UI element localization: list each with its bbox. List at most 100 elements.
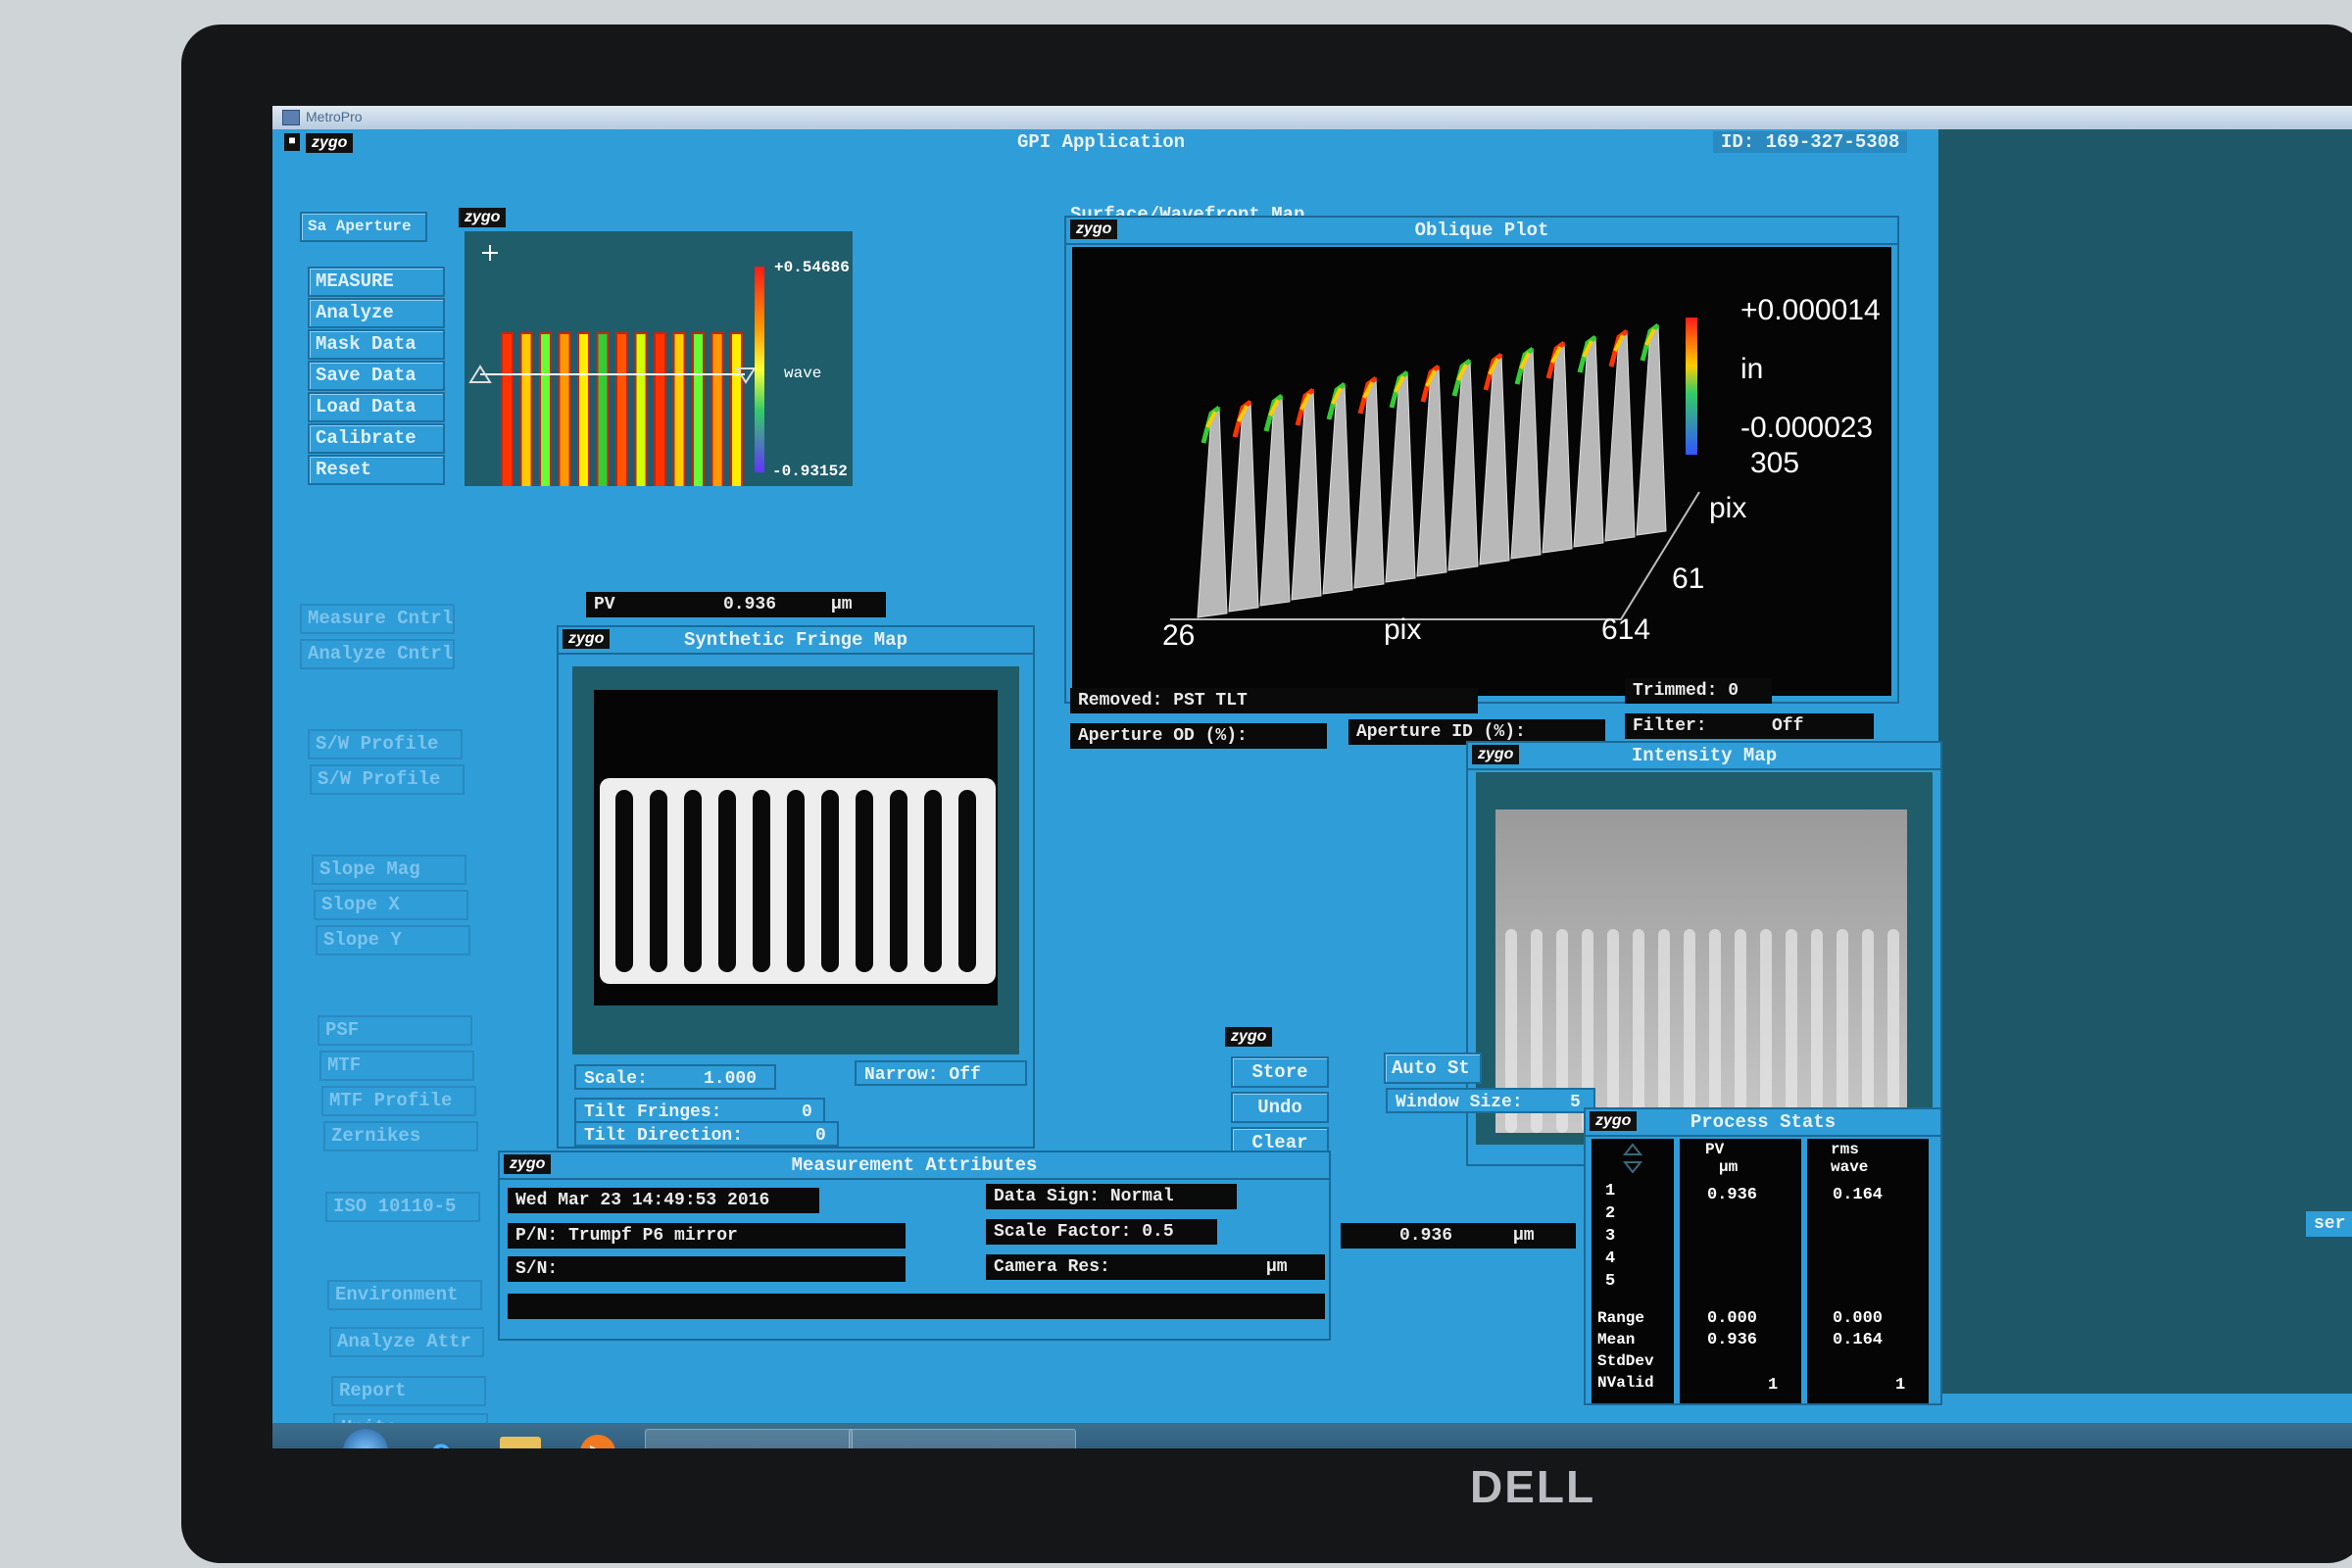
right-edge-button[interactable]: ser	[2306, 1211, 2352, 1237]
tilt-direction-value[interactable]: 0	[815, 1123, 826, 1149]
auto-store-button[interactable]: Auto St	[1384, 1053, 1482, 1084]
fringe-view-frame	[572, 666, 1019, 1054]
scale-field: Scale: 1.000	[574, 1064, 776, 1090]
sn-field[interactable]: S/N:	[508, 1256, 906, 1282]
sidebar-item-reset[interactable]: Reset	[308, 455, 445, 485]
sidebar-item-save-data[interactable]: Save Data	[308, 361, 445, 391]
data-sign-field: Data Sign: Normal	[986, 1184, 1237, 1209]
sidebar-item-load-data[interactable]: Load Data	[308, 392, 445, 422]
media-icon[interactable]: ▶	[580, 1435, 615, 1448]
scale-value[interactable]: 1.000	[704, 1066, 757, 1092]
sidebar-item-mask-data[interactable]: Mask Data	[308, 329, 445, 360]
zygo-logo-oblique: zygo	[1070, 220, 1118, 239]
surface-strips	[501, 332, 743, 489]
oblique-view: +0.000014 in -0.000023 305 pix 61 26 pix…	[1072, 247, 1891, 696]
taskbar: e ▶ MetroPro LiveDisplay (38%)	[272, 1423, 2352, 1448]
sidebar-item-s-w-profile[interactable]: S/W Profile	[310, 764, 465, 795]
undo-button[interactable]: Undo	[1231, 1092, 1329, 1123]
sidebar-item-report[interactable]: Report	[331, 1376, 486, 1406]
sidebar: Sa Aperture MEASURE Analyze Mask Data Save …	[300, 212, 488, 1444]
pv-readout-field: 0.936 µm	[1341, 1223, 1576, 1249]
zygo-logo: zygo	[306, 133, 354, 153]
pv-unit: µm	[831, 595, 853, 614]
fringe-view	[594, 690, 998, 1005]
scale-label: Scale:	[584, 1069, 648, 1089]
oblique-title: Oblique Plot	[1066, 218, 1897, 245]
tilt-direction-label: Tilt Direction:	[584, 1126, 744, 1146]
zygo-logo-fringe: zygo	[563, 629, 611, 649]
stats-rms-range: 0.000	[1833, 1309, 1884, 1328]
camera-res-field: Camera Res: µm	[986, 1254, 1325, 1280]
start-icon[interactable]	[343, 1429, 388, 1448]
intensity-title: Intensity Map	[1468, 743, 1940, 770]
stats-row-label: 4	[1605, 1250, 1616, 1268]
window-size-value[interactable]: 5	[1570, 1090, 1581, 1115]
sidebar-item-iso-10110-5[interactable]: ISO 10110-5	[325, 1192, 480, 1222]
sidebar-item-mtf[interactable]: MTF	[319, 1051, 474, 1081]
pv-readout-value: 0.936	[1399, 1226, 1453, 1246]
filter-label: Filter:	[1633, 716, 1707, 736]
ie-icon[interactable]: e	[421, 1433, 461, 1448]
stats-rms-nvalid: 1	[1895, 1376, 1906, 1395]
stats-row-label: 1	[1605, 1182, 1616, 1200]
folder-icon[interactable]	[500, 1437, 541, 1448]
taskbar-item-livedisplay[interactable]: LiveDisplay (38%)	[849, 1429, 1076, 1448]
x-max: 614	[1601, 613, 1651, 646]
fringe-panel: Synthetic Fringe Map zygo Scale: 1.000 N…	[557, 625, 1035, 1149]
sidebar-item-measure[interactable]: MEASURE	[308, 267, 445, 297]
stats-row-label: 2	[1605, 1204, 1616, 1223]
measurement-title: Measurement Attributes	[500, 1152, 1329, 1180]
right-pane	[1938, 129, 2352, 1394]
process-stats-panel: Process Stats zygo 1 2 3 4 5 Range Mean StdDev…	[1584, 1107, 1942, 1405]
monitor-brand: DELL	[1470, 1461, 1596, 1512]
y-max: 305	[1750, 447, 1800, 479]
aperture-od-field: Aperture OD (%):	[1070, 723, 1327, 749]
process-stats-title: Process Stats	[1586, 1109, 1940, 1137]
window-size-label: Window Size:	[1396, 1093, 1523, 1112]
sidebar-item-mtf-profile[interactable]: MTF Profile	[321, 1086, 476, 1116]
sidebar-item-analyze-cntrl[interactable]: Analyze Cntrl	[300, 639, 455, 669]
z-unit: in	[1740, 353, 1764, 385]
taskbar-item-metropro[interactable]: MetroPro	[645, 1429, 853, 1448]
camera-res-unit: µm	[1266, 1257, 1288, 1277]
stats-pv-unit: µm	[1719, 1158, 1739, 1176]
stats-label: NValid	[1597, 1374, 1654, 1392]
stats-scroll-icon[interactable]	[1592, 1139, 1674, 1178]
store-button[interactable]: Store	[1231, 1056, 1329, 1088]
sa-aperture-button[interactable]: Sa Aperture	[300, 212, 427, 242]
crosshair-icon[interactable]	[482, 245, 498, 261]
sidebar-item-analyze-attr[interactable]: Analyze Attr	[329, 1327, 484, 1357]
y-unit: pix	[1709, 492, 1747, 524]
zygo-logo-intensity: zygo	[1472, 745, 1520, 764]
sidebar-item-measure-cntrl[interactable]: Measure Cntrl	[300, 604, 455, 634]
scale-unit: wave	[784, 365, 822, 382]
date-field: Wed Mar 23 14:49:53 2016	[508, 1188, 819, 1213]
stats-rms-header: rms	[1831, 1141, 1859, 1158]
sidebar-item-environment[interactable]: Environment	[327, 1280, 482, 1310]
stats-index-col: 1 2 3 4 5 Range Mean StdDev NValid	[1592, 1139, 1674, 1403]
stats-rows: 1 2 3 4 5	[1605, 1180, 1615, 1293]
sidebar-item-s-w-profile[interactable]: S/W Profile	[308, 729, 463, 760]
pv-readout-unit: µm	[1513, 1226, 1535, 1246]
sidebar-item-slope-x[interactable]: Slope X	[314, 890, 468, 920]
tilt-fringes-field: Tilt Fringes: 0	[574, 1098, 825, 1123]
app-id: ID: 169-327-5308	[1713, 131, 1908, 153]
stats-pv-header: PV	[1705, 1141, 1725, 1158]
sidebar-item-analyze[interactable]: Analyze	[308, 298, 445, 328]
stats-row-label: 3	[1605, 1227, 1616, 1246]
sidebar-item-zernikes[interactable]: Zernikes	[323, 1121, 478, 1152]
z-min: -0.000023	[1740, 412, 1874, 444]
stats-pv-col: PV µm 0.936 0.000 0.936 1	[1680, 1139, 1801, 1403]
measurement-panel: Measurement Attributes zygo Wed Mar 23 1…	[498, 1151, 1331, 1341]
menu-icon[interactable]: ■	[284, 133, 300, 151]
sidebar-item-psf[interactable]: PSF	[318, 1015, 472, 1046]
narrow-field[interactable]: Narrow: Off	[855, 1060, 1027, 1086]
sidebar-item-slope-mag[interactable]: Slope Mag	[312, 855, 466, 885]
notes-field[interactable]	[508, 1294, 1325, 1319]
tilt-direction-field: Tilt Direction: 0	[574, 1121, 839, 1147]
zygo-logo-stats: zygo	[1590, 1111, 1638, 1131]
pn-field[interactable]: P/N: Trumpf P6 mirror	[508, 1223, 906, 1249]
sidebar-item-slope-y[interactable]: Slope Y	[316, 925, 470, 956]
window-icon	[282, 110, 300, 125]
sidebar-item-calibrate[interactable]: Calibrate	[308, 423, 445, 454]
